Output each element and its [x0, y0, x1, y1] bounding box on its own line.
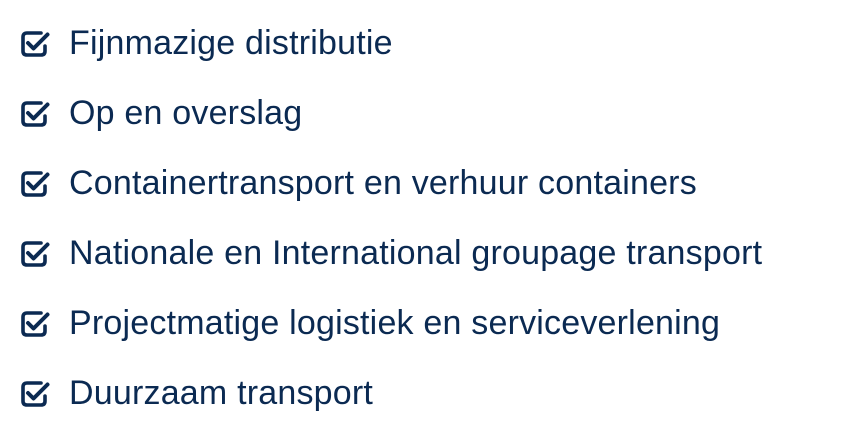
checkbox-checked-icon	[21, 101, 50, 127]
list-item-label: Fijnmazige distributie	[69, 24, 393, 62]
checkbox-checked-icon	[21, 311, 50, 337]
list-item: Duurzaam transport	[20, 358, 762, 428]
list-item-label: Nationale en International groupage tran…	[69, 234, 763, 272]
list-item-label: Duurzaam transport	[69, 374, 374, 412]
list-item-label: Containertransport en verhuur containers	[69, 164, 697, 202]
list-item: Containertransport en verhuur containers	[20, 148, 762, 218]
list-item: Op en overslag	[20, 78, 762, 148]
list-item-label: Op en overslag	[69, 94, 303, 132]
list-item: Fijnmazige distributie	[20, 8, 762, 78]
list-item: Nationale en International groupage tran…	[20, 218, 762, 288]
checkbox-checked-icon	[21, 31, 50, 57]
checkbox-checked-icon	[21, 241, 50, 267]
list-item: Projectmatige logistiek en serviceverlen…	[20, 288, 762, 358]
checkbox-checked-icon	[21, 381, 50, 407]
checkbox-checked-icon	[21, 171, 50, 197]
list-item-label: Projectmatige logistiek en serviceverlen…	[69, 304, 721, 342]
service-checklist: Fijnmazige distributie Op en overslag Co…	[20, 8, 762, 428]
